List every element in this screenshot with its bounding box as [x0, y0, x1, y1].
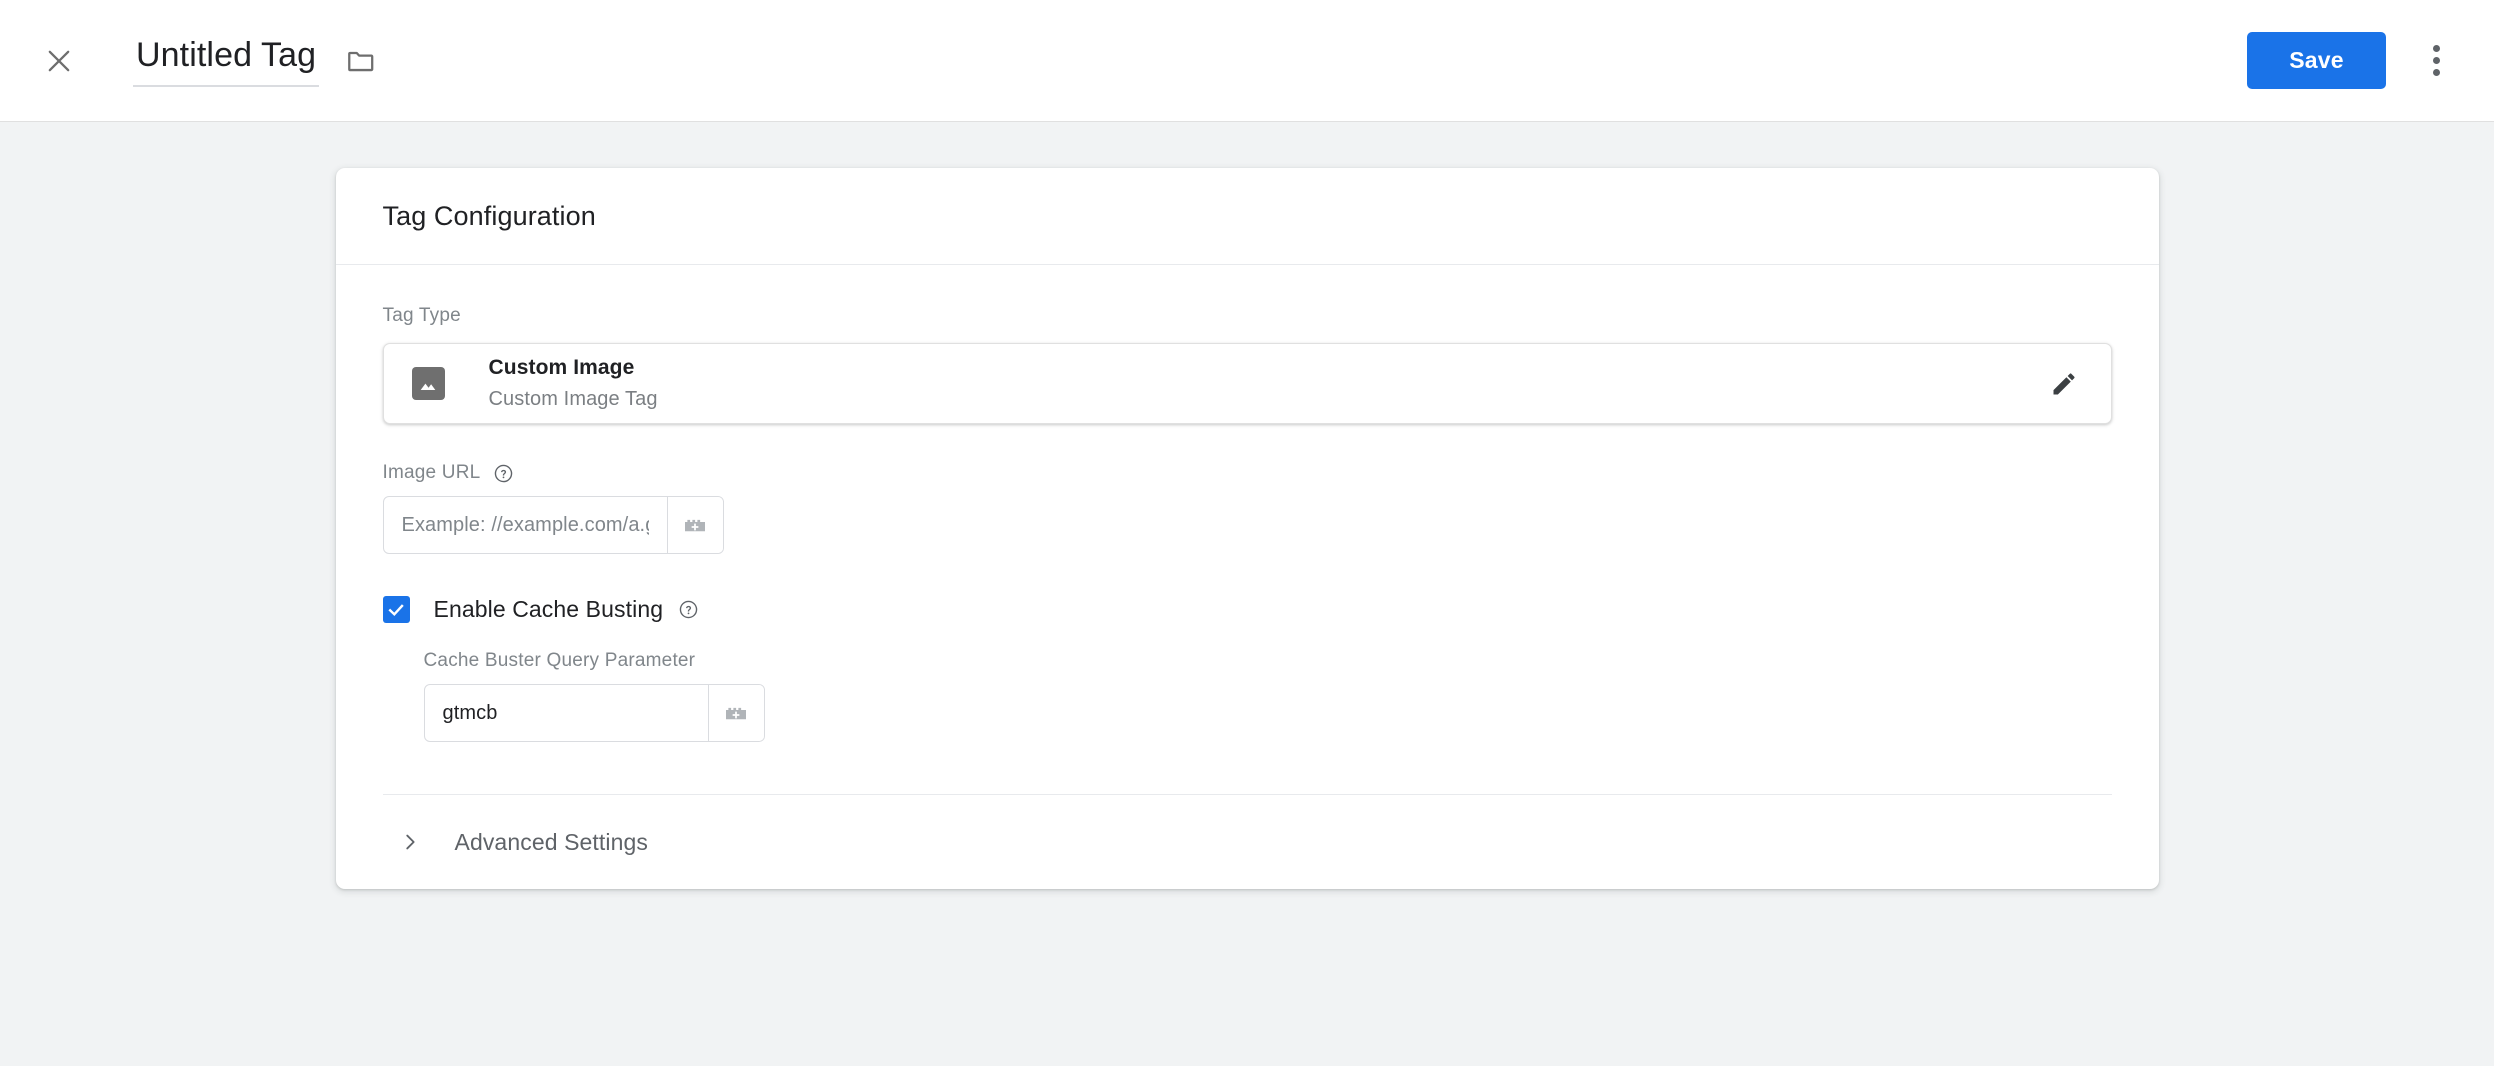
overflow-menu-button[interactable] — [2408, 33, 2464, 89]
help-circle-icon[interactable] — [493, 463, 514, 484]
image-url-label: Image URL — [383, 462, 2112, 484]
tag-configuration-card: Tag Configuration Tag Type Custom Image … — [335, 168, 2159, 889]
card-body: Tag Type Custom Image Custom Image Tag I… — [336, 265, 2159, 889]
cache-buster-param-label: Cache Buster Query Parameter — [424, 650, 2112, 672]
tag-type-label: Tag Type — [383, 305, 2112, 327]
image-url-input-row — [382, 496, 724, 554]
tag-type-description: Custom Image Tag — [488, 387, 658, 410]
more-vert-icon-dot — [2432, 45, 2440, 52]
enable-cache-busting-checkbox[interactable] — [382, 596, 410, 623]
close-icon — [42, 44, 76, 78]
tag-title-group: Untitled Tag — [133, 34, 377, 87]
image-url-label-text: Image URL — [382, 462, 481, 483]
app-header: Untitled Tag Save — [0, 0, 2494, 122]
page-body: Tag Configuration Tag Type Custom Image … — [0, 122, 2494, 1066]
card-title: Tag Configuration — [382, 200, 596, 231]
enable-cache-busting-label[interactable]: Enable Cache Busting — [434, 596, 700, 623]
variable-picker-button-cache-buster[interactable] — [707, 685, 764, 741]
variable-picker-button-image-url[interactable] — [666, 497, 723, 553]
advanced-settings-label: Advanced Settings — [454, 828, 648, 855]
card-header: Tag Configuration — [335, 168, 2159, 265]
cache-buster-param-field: Cache Buster Query Parameter — [423, 650, 2112, 742]
tag-type-name: Custom Image — [488, 356, 635, 380]
chevron-right-icon — [399, 831, 421, 853]
save-button[interactable]: Save — [2247, 32, 2386, 89]
tag-type-label-text: Tag Type — [382, 305, 461, 326]
cache-buster-param-label-text: Cache Buster Query Parameter — [423, 650, 696, 671]
enable-cache-busting-label-text: Enable Cache Busting — [433, 596, 664, 622]
cache-buster-param-input-row — [423, 684, 765, 742]
tag-title-input[interactable]: Untitled Tag — [133, 34, 320, 87]
pencil-icon[interactable] — [2041, 361, 2087, 407]
image-url-input[interactable] — [383, 497, 667, 553]
image-url-field: Image URL — [382, 462, 2112, 554]
advanced-settings-toggle[interactable]: Advanced Settings — [383, 795, 2112, 889]
enable-cache-busting-row[interactable]: Enable Cache Busting — [382, 596, 2112, 623]
help-circle-icon[interactable] — [678, 599, 699, 620]
cache-buster-param-input[interactable] — [424, 685, 708, 741]
close-button[interactable] — [30, 32, 88, 90]
more-vert-icon-dot — [2432, 57, 2440, 64]
image-icon — [411, 367, 445, 400]
tag-type-selector[interactable]: Custom Image Custom Image Tag — [382, 343, 2112, 424]
more-vert-icon-dot — [2432, 69, 2440, 76]
folder-icon[interactable] — [345, 45, 377, 77]
tag-type-text: Custom Image Custom Image Tag — [489, 355, 2041, 412]
